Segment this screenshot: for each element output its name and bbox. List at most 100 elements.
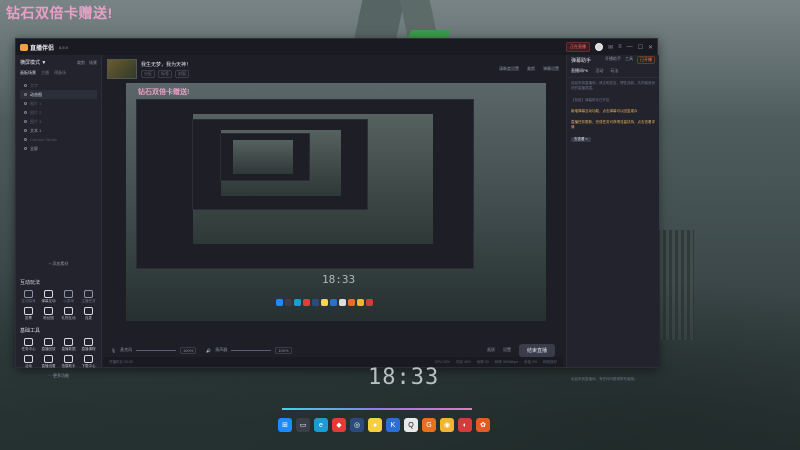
app-icon[interactable]: ◐ bbox=[458, 418, 472, 432]
camera-icon bbox=[64, 355, 73, 363]
mode-select[interactable]: 横屏模式 ▼ bbox=[20, 59, 46, 66]
title-bar: 直播伴侣 8.5.0 正在直播 ✉ ≡ — ☐ ✕ bbox=[16, 39, 657, 55]
interact-label: 连麦 bbox=[85, 316, 92, 320]
app-version: 8.5.0 bbox=[59, 44, 68, 50]
scene-label: 图片 3 bbox=[30, 118, 42, 124]
interact-label: 投票 bbox=[25, 316, 32, 320]
sidebar-action-scene[interactable]: 场景 bbox=[89, 60, 97, 66]
windows-icon[interactable]: ⊞ bbox=[278, 418, 292, 432]
app-icon[interactable]: ◆ bbox=[332, 418, 346, 432]
tab-pk[interactable]: 直播间PK bbox=[571, 68, 588, 74]
interact-item[interactable]: 投票 bbox=[20, 307, 37, 321]
interact-item[interactable]: 互动游戏 bbox=[20, 290, 37, 304]
interact-item[interactable]: 小游戏 bbox=[60, 290, 77, 304]
settings-button[interactable]: 设置 bbox=[503, 347, 511, 353]
stream-tag[interactable]: 标签 bbox=[158, 69, 172, 78]
right-panel-top-action[interactable]: 开播助手 bbox=[605, 56, 621, 64]
tool-item[interactable]: 任务中心 bbox=[20, 338, 37, 352]
link-mic-icon bbox=[84, 307, 93, 315]
app-icon[interactable]: G bbox=[422, 418, 436, 432]
maximize-icon[interactable]: ☐ bbox=[638, 44, 643, 51]
right-panel-footer: 欢迎来到直播间，有任何问题请联系客服。 bbox=[571, 377, 638, 381]
interact-item[interactable]: 礼物互动 bbox=[60, 307, 77, 321]
tool-item[interactable]: 活动 bbox=[20, 355, 37, 369]
tool-item[interactable]: 直播设置 bbox=[40, 355, 57, 369]
edge-icon[interactable]: e bbox=[314, 418, 328, 432]
message-icon[interactable]: ✉ bbox=[608, 44, 613, 51]
tab-activity[interactable]: 活动 bbox=[595, 68, 603, 74]
steam-icon[interactable]: ◎ bbox=[350, 418, 364, 432]
tool-item[interactable]: 直播回放 bbox=[40, 338, 57, 352]
scene-item[interactable]: 图片 3 bbox=[20, 117, 97, 126]
danmaku-setting-button[interactable]: 弹幕设置 bbox=[543, 66, 559, 72]
scene-item[interactable]: 图片 2 bbox=[20, 108, 97, 117]
close-icon[interactable]: ✕ bbox=[648, 44, 653, 51]
stream-tag[interactable]: 封面 bbox=[175, 69, 189, 78]
mic-volume-value[interactable]: 100% bbox=[180, 346, 197, 354]
right-panel-top-action[interactable]: 工具 bbox=[625, 56, 633, 64]
scene-item[interactable]: 文本 1 bbox=[20, 126, 97, 135]
avatar[interactable] bbox=[595, 43, 604, 51]
view-details-button[interactable]: 去查看 > bbox=[571, 136, 591, 142]
task-icon bbox=[84, 290, 93, 298]
live-indicator[interactable]: 已开播 bbox=[637, 56, 655, 64]
end-live-button[interactable]: 结束直播 bbox=[518, 343, 555, 357]
app-icon bbox=[357, 299, 364, 306]
app-icon[interactable]: K bbox=[386, 418, 400, 432]
app-icon[interactable]: ● bbox=[368, 418, 382, 432]
tool-item[interactable]: 直播课程 bbox=[80, 338, 97, 352]
tool-item[interactable]: 下载中心 bbox=[80, 355, 97, 369]
app-icon[interactable]: ◉ bbox=[440, 418, 454, 432]
tab-scene[interactable]: 画板场景 bbox=[20, 70, 36, 76]
stream-title[interactable]: 我生无梦，我为天神！ bbox=[141, 61, 191, 68]
beauty-button[interactable]: 美颜 bbox=[527, 66, 535, 72]
add-source-button[interactable]: + 添加素材 bbox=[16, 261, 101, 267]
qq-icon[interactable]: Q bbox=[404, 418, 418, 432]
gift-icon bbox=[64, 307, 73, 315]
tool-item[interactable]: 拍摄助手 bbox=[60, 355, 77, 369]
stream-cover-thumbnail[interactable] bbox=[107, 59, 137, 79]
interact-item[interactable]: 主播任务 bbox=[80, 290, 97, 304]
tab-standby[interactable]: 预备场 bbox=[54, 70, 66, 76]
tab-host[interactable]: 主播 bbox=[41, 70, 49, 76]
chat-message: 新增弹幕互动功能，点击弹幕可以回复观众 bbox=[571, 108, 638, 113]
app-name: 直播伴侣 bbox=[30, 45, 55, 52]
scene-list: 文字 动态图 图片 1 图片 2 图片 3 文本 1 Chrome Studio… bbox=[16, 79, 101, 155]
folder-icon[interactable]: ▭ bbox=[296, 418, 310, 432]
tab-gameplay[interactable]: 玩法 bbox=[610, 68, 618, 74]
speaker-volume-value[interactable]: 100% bbox=[275, 346, 292, 354]
more-features-link[interactable]: ··· 更多功能 bbox=[16, 373, 101, 379]
chat-message: 直播任务更新，完成任务可获得流量扶持，点击查看详情 bbox=[571, 120, 655, 130]
minimize-icon[interactable]: — bbox=[627, 44, 633, 50]
tool-label: 下载中心 bbox=[81, 364, 96, 368]
app-logo-icon bbox=[20, 43, 28, 51]
scene-item[interactable]: 图片 1 bbox=[20, 99, 97, 108]
scene-item[interactable]: 动态图 bbox=[20, 90, 97, 99]
sidebar-action-crop[interactable]: 裁剪 bbox=[77, 60, 85, 66]
live-status-badge[interactable]: 正在直播 bbox=[566, 42, 591, 52]
app-icon bbox=[348, 299, 355, 306]
stream-tag[interactable]: 分区 bbox=[141, 69, 155, 78]
interact-item[interactable]: 连麦 bbox=[80, 307, 97, 321]
speaker-volume-slider[interactable] bbox=[231, 349, 272, 351]
mic-icon[interactable]: 🎙 bbox=[111, 348, 116, 353]
stream-info-bar: 我生无梦，我为天神！ 分区 标签 封面 清晰度设置 美颜 弹幕设置 bbox=[103, 55, 563, 83]
scene-item[interactable]: 文字 bbox=[20, 81, 97, 90]
mic-volume-slider[interactable] bbox=[136, 349, 177, 351]
quality-setting-button[interactable]: 清晰度设置 bbox=[499, 66, 519, 72]
scene-item[interactable]: Chrome Studio bbox=[20, 135, 97, 144]
menu-icon[interactable]: ≡ bbox=[618, 44, 622, 50]
scene-item[interactable]: 全屏 bbox=[20, 144, 97, 153]
speaker-icon[interactable]: 🔊 bbox=[206, 348, 211, 353]
quality-button[interactable]: 画质 bbox=[487, 347, 495, 353]
interact-item[interactable]: 粉丝团 bbox=[40, 307, 57, 321]
live-preview[interactable]: 钻石双倍卡赠送! 18:33 bbox=[126, 83, 546, 321]
interact-item[interactable]: 弹幕互动 bbox=[40, 290, 57, 304]
app-icon[interactable]: ✿ bbox=[476, 418, 490, 432]
interact-label: 粉丝团 bbox=[43, 316, 54, 320]
tool-label: 直播课程 bbox=[81, 347, 96, 351]
app-icon bbox=[330, 299, 337, 306]
overlay-watermark: 钻石双倍卡赠送! bbox=[6, 5, 113, 21]
tool-item[interactable]: 直播数据 bbox=[60, 338, 77, 352]
interact-label: 互动游戏 bbox=[21, 299, 36, 303]
